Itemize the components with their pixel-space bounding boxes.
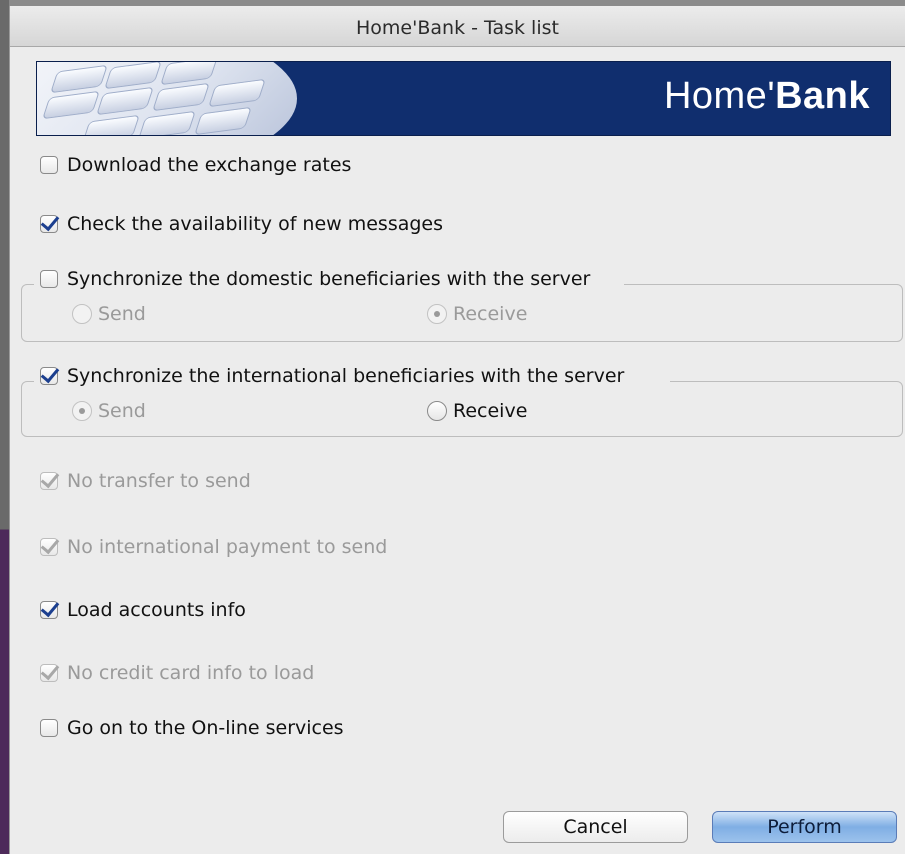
checkbox <box>40 472 58 490</box>
checkbox[interactable] <box>40 156 58 174</box>
task-label: Check the availability of new messages <box>67 213 444 235</box>
checkbox <box>40 538 58 556</box>
homebank-banner: Home'Bank <box>36 61 891 136</box>
background-window-edge <box>0 0 9 854</box>
task-load-accounts-info[interactable]: Load accounts info <box>40 599 246 621</box>
task-label: No credit card info to load <box>67 662 315 684</box>
task-go-online-services[interactable]: Go on to the On-line services <box>40 717 344 739</box>
radio-label: Send <box>98 400 146 422</box>
international-receive-radio[interactable]: Receive <box>427 400 527 422</box>
task-label: Synchronize the domestic beneficiaries w… <box>67 268 591 290</box>
radio-label: Receive <box>453 303 528 325</box>
checkbox[interactable] <box>40 719 58 737</box>
keyboard-image <box>37 62 297 135</box>
checkbox <box>40 664 58 682</box>
radio-button[interactable] <box>72 304 92 324</box>
checkbox[interactable] <box>40 270 58 288</box>
task-label: Download the exchange rates <box>67 154 352 176</box>
task-no-credit-card-info: No credit card info to load <box>40 662 314 684</box>
task-label: Synchronize the international beneficiar… <box>67 365 625 387</box>
task-label: Go on to the On-line services <box>67 717 344 739</box>
radio-button[interactable] <box>72 401 92 421</box>
window-border <box>9 0 10 854</box>
task-sync-domestic-beneficiaries[interactable]: Synchronize the domestic beneficiaries w… <box>40 268 590 290</box>
task-sync-international-beneficiaries[interactable]: Synchronize the international beneficiar… <box>40 365 624 387</box>
checkbox[interactable] <box>40 601 58 619</box>
task-label: Load accounts info <box>67 599 246 621</box>
task-no-transfer-to-send: No transfer to send <box>40 470 251 492</box>
cancel-button[interactable]: Cancel <box>503 811 688 843</box>
checkbox[interactable] <box>40 215 58 233</box>
domestic-receive-radio[interactable]: Receive <box>427 303 527 325</box>
homebank-logo: Home'Bank <box>663 75 870 117</box>
checkbox[interactable] <box>40 367 58 385</box>
task-label: No transfer to send <box>67 470 251 492</box>
domestic-send-radio[interactable]: Send <box>72 303 146 325</box>
task-download-exchange-rates[interactable]: Download the exchange rates <box>40 154 351 176</box>
task-label: No international payment to send <box>67 536 388 558</box>
radio-label: Send <box>98 303 146 325</box>
radio-label: Receive <box>453 400 528 422</box>
international-send-radio[interactable]: Send <box>72 400 146 422</box>
window-title: Home'Bank - Task list <box>10 6 905 47</box>
radio-button[interactable] <box>427 304 447 324</box>
perform-button[interactable]: Perform <box>712 811 897 843</box>
radio-button[interactable] <box>427 401 447 421</box>
task-no-international-payment: No international payment to send <box>40 536 387 558</box>
task-check-new-messages[interactable]: Check the availability of new messages <box>40 213 443 235</box>
